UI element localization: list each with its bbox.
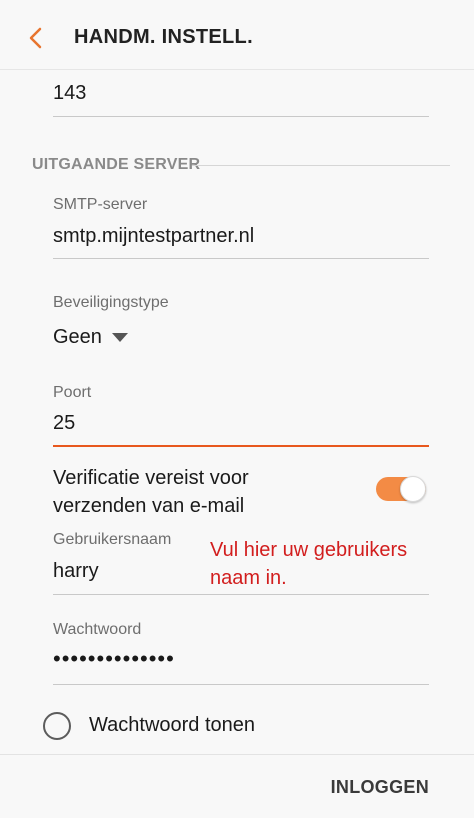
- show-password-radio[interactable]: [43, 712, 71, 740]
- bottom-bar: INLOGGEN: [0, 754, 474, 818]
- section-divider: [192, 165, 450, 166]
- show-password-label[interactable]: Wachtwoord tonen: [89, 714, 255, 737]
- app-header: HANDM. INSTELL.: [0, 0, 474, 70]
- password-label: Wachtwoord: [53, 621, 142, 638]
- incoming-port-underline: [53, 116, 429, 117]
- port-underline-active: [53, 445, 429, 447]
- username-annotation: Vul hier uw gebruikers naam in.: [210, 536, 450, 592]
- port-field[interactable]: 25: [53, 412, 75, 435]
- annotation-line1: Vul hier uw gebruikers: [210, 539, 408, 561]
- security-type-value: Geen: [53, 326, 102, 348]
- username-underline: [53, 594, 429, 595]
- username-field[interactable]: harry: [53, 560, 99, 583]
- verification-label-line2: verzenden van e-mail: [53, 495, 245, 517]
- verification-label: Verificatie vereist voor verzenden van e…: [53, 464, 353, 520]
- login-button[interactable]: INLOGGEN: [331, 777, 429, 798]
- security-type-label: Beveiligingstype: [53, 294, 169, 311]
- port-label: Poort: [53, 384, 92, 401]
- smtp-server-label: SMTP-server: [53, 196, 148, 213]
- security-type-dropdown[interactable]: Geen: [53, 326, 128, 349]
- annotation-line2: naam in.: [210, 567, 287, 589]
- password-underline: [53, 684, 429, 685]
- page-title: HANDM. INSTELL.: [74, 26, 253, 48]
- verification-label-line1: Verificatie vereist voor: [53, 467, 249, 489]
- dropdown-arrow-icon: [111, 333, 128, 342]
- smtp-server-field[interactable]: smtp.mijntestpartner.nl: [53, 225, 254, 248]
- back-button[interactable]: [18, 20, 54, 56]
- smtp-server-underline: [53, 258, 429, 259]
- toggle-knob: [400, 476, 426, 502]
- password-field[interactable]: ••••••••••••••: [53, 646, 175, 672]
- section-title-outgoing-server: UITGAANDE SERVER: [32, 156, 201, 173]
- verification-toggle[interactable]: [376, 475, 426, 503]
- username-label: Gebruikersnaam: [53, 531, 172, 548]
- incoming-port-field[interactable]: 143: [53, 82, 86, 105]
- chevron-left-icon: [29, 27, 42, 49]
